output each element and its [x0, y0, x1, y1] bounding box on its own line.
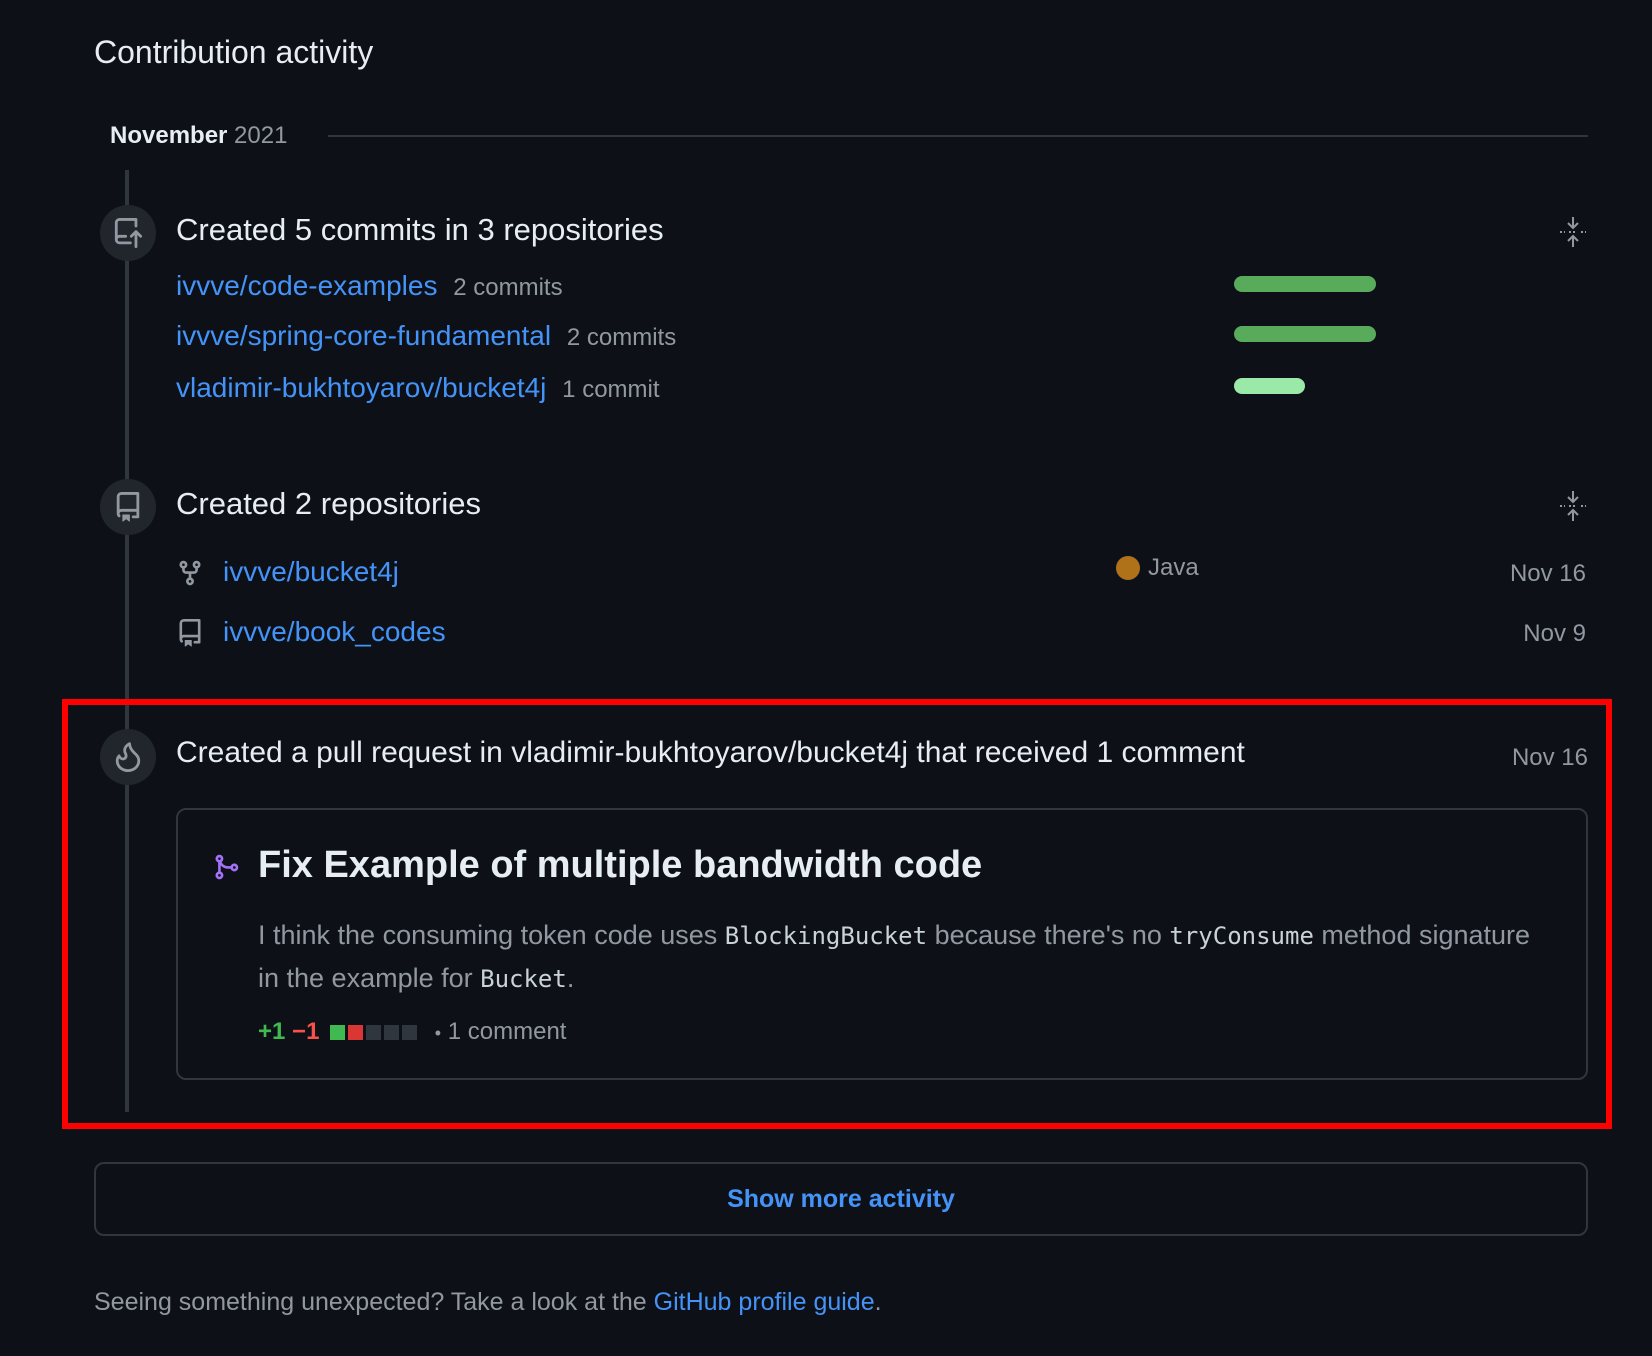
collapse-commits-button[interactable] — [1556, 215, 1590, 249]
repo-date: Nov 9 — [1523, 620, 1586, 647]
commits-timeline-badge — [100, 205, 156, 261]
repo-icon — [116, 492, 140, 522]
commit-repo-row: ivvve/code-examples 2 commits — [176, 270, 563, 302]
repo-icon — [179, 619, 201, 647]
repo-date: Nov 16 — [1509, 560, 1586, 587]
fork-icon — [179, 560, 201, 586]
commit-repo-row: ivvve/spring-core-fundamental 2 commits — [176, 320, 676, 352]
pr-summary-title: Created a pull request in vladimir-bukht… — [176, 736, 1245, 769]
diffstat-neutral-square — [402, 1025, 418, 1040]
pr-body-text: I think the consuming token code uses — [258, 920, 725, 950]
pull-request-icon — [215, 854, 239, 880]
additions-count: +1 — [258, 1018, 286, 1045]
fold-icon — [1560, 217, 1586, 247]
footer-text: Seeing something unexpected? Take a look… — [94, 1288, 654, 1316]
repos-timeline-badge — [100, 479, 156, 535]
repo-link[interactable]: ivvve/bucket4j — [223, 556, 399, 588]
collapse-repos-button[interactable] — [1556, 489, 1590, 523]
repos-summary-title: Created 2 repositories — [176, 486, 481, 521]
footer-note: Seeing something unexpected? Take a look… — [94, 1288, 882, 1317]
pr-title-link[interactable]: Fix Example of multiple bandwidth code — [258, 844, 982, 887]
pr-timeline-badge — [100, 729, 156, 785]
created-repo-row: ivvve/bucket4j Java Nov 16 — [176, 554, 1588, 596]
pr-card: Fix Example of multiple bandwidth code I… — [176, 808, 1588, 1080]
pr-body-text: because there's no — [927, 920, 1170, 950]
created-repo-row: ivvve/book_codes Nov 9 — [176, 616, 1588, 656]
diffstat-added-square — [330, 1025, 346, 1040]
pr-date: Nov 16 — [1511, 744, 1588, 771]
fold-icon — [1560, 491, 1586, 521]
commit-bar — [1234, 276, 1376, 292]
commits-summary-title: Created 5 commits in 3 repositories — [176, 212, 664, 247]
show-more-activity-button[interactable]: Show more activity — [94, 1162, 1588, 1236]
pr-body-code: Bucket — [480, 965, 567, 993]
month-year: 2021 — [234, 122, 288, 149]
repo-link[interactable]: ivvve/book_codes — [223, 616, 446, 648]
commit-count: 2 commits — [566, 324, 677, 351]
pr-body-code: tryConsume — [1169, 922, 1314, 950]
diffstat-neutral-square — [366, 1025, 382, 1040]
pr-body: I think the consuming token code uses Bl… — [258, 914, 1538, 1000]
repo-link[interactable]: vladimir-bukhtoyarov/bucket4j — [176, 372, 546, 403]
month-header: November 2021 — [110, 122, 287, 150]
pr-body-text: . — [566, 963, 575, 993]
section-title: Contribution activity — [94, 34, 374, 70]
deletions-count: −1 — [292, 1018, 320, 1045]
commit-count: 1 commit — [562, 376, 660, 403]
month-divider — [328, 135, 1588, 137]
pr-stats: +1 −1 • 1 comment — [258, 1018, 566, 1046]
commit-bar — [1234, 326, 1376, 342]
pr-body-code: BlockingBucket — [724, 922, 928, 950]
repo-push-icon — [114, 218, 143, 248]
diffstat-neutral-square — [384, 1025, 400, 1040]
flame-icon — [115, 742, 141, 772]
diffstat — [330, 1018, 427, 1045]
commit-repo-row: vladimir-bukhtoyarov/bucket4j 1 commit — [176, 372, 660, 404]
footer-end: . — [874, 1288, 882, 1316]
comment-count: 1 comment — [447, 1018, 567, 1045]
commit-bar — [1234, 378, 1305, 394]
month-name: November — [110, 122, 228, 149]
profile-guide-link[interactable]: GitHub profile guide — [654, 1288, 875, 1316]
stats-separator: • — [434, 1023, 442, 1043]
repo-link[interactable]: ivvve/spring-core-fundamental — [176, 320, 551, 351]
language-color-dot — [1116, 556, 1140, 580]
language-label: Java — [1148, 554, 1199, 581]
repo-link[interactable]: ivvve/code-examples — [176, 270, 437, 301]
commit-count: 2 commits — [453, 274, 563, 301]
show-more-label: Show more activity — [727, 1184, 955, 1213]
diffstat-deleted-square — [348, 1025, 364, 1040]
